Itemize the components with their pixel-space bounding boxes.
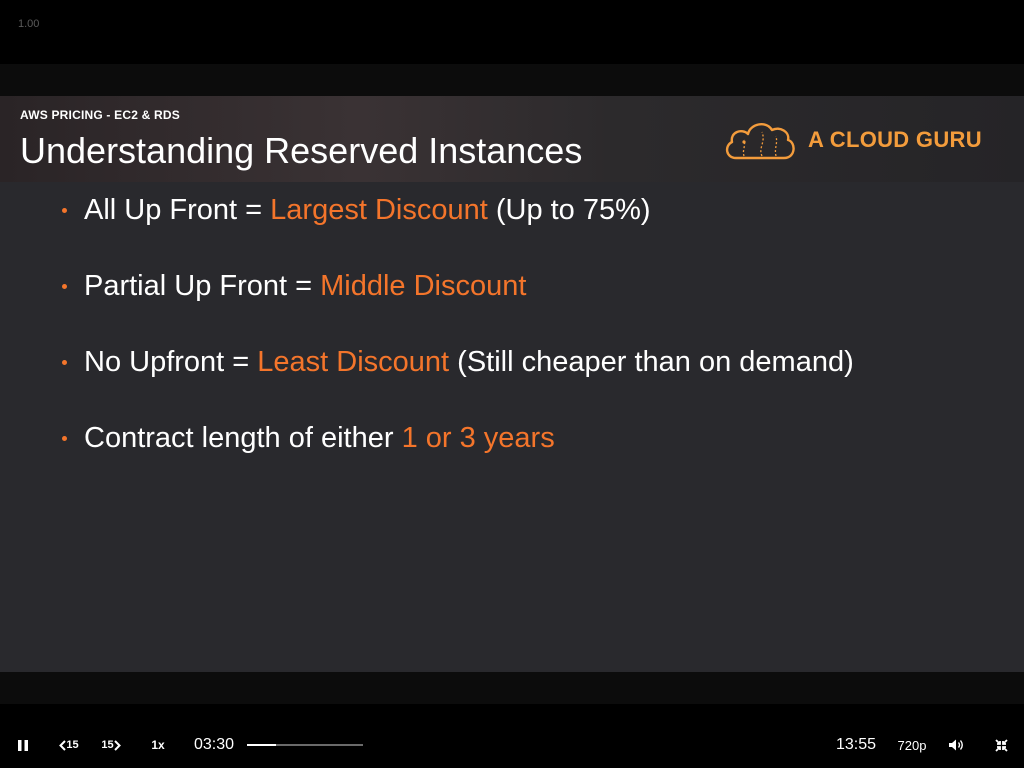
video-letterbox-top bbox=[0, 64, 1024, 96]
quality-button[interactable]: 720p bbox=[894, 722, 930, 768]
forward-15-button[interactable]: 15 bbox=[98, 722, 124, 768]
bullet-item: All Up Front = Largest Discount (Up to 7… bbox=[62, 188, 854, 264]
slide-header: AWS PRICING - EC2 & RDS Understanding Re… bbox=[0, 96, 1024, 182]
slide-title: Understanding Reserved Instances bbox=[20, 130, 583, 171]
video-player[interactable]: 1.00 AWS PRICING - EC2 & RDS Understandi… bbox=[0, 0, 1024, 768]
bullet-dot-icon bbox=[62, 208, 67, 213]
bullet-item: Partial Up Front = Middle Discount bbox=[62, 264, 854, 340]
control-bar: 15 15 1x 03:30 13:55 720p bbox=[0, 722, 1024, 768]
cloud-logo-icon bbox=[725, 123, 795, 160]
bullet-highlight: Largest Discount bbox=[270, 194, 488, 226]
forward-label: 15 bbox=[101, 739, 114, 751]
bullet-highlight: 1 or 3 years bbox=[401, 422, 555, 454]
speed-readout: 1.00 bbox=[18, 18, 40, 30]
volume-button[interactable] bbox=[944, 722, 970, 768]
progress-bar[interactable] bbox=[247, 744, 363, 746]
rewind-15-button[interactable]: 15 bbox=[56, 722, 82, 768]
bullet-dot-icon bbox=[62, 284, 67, 289]
exit-fullscreen-icon bbox=[994, 738, 1008, 752]
bullet-rest: (Still cheaper than on demand) bbox=[449, 346, 854, 378]
pause-icon bbox=[18, 739, 28, 751]
volume-icon bbox=[949, 739, 963, 751]
video-letterbox-bottom bbox=[0, 672, 1024, 704]
bullet-rest: (Up to 75%) bbox=[487, 194, 651, 226]
bullet-text: All Up Front = bbox=[84, 194, 271, 226]
bullet-item: No Upfront = Least Discount (Still cheap… bbox=[62, 340, 854, 416]
bullet-item: Contract length of either 1 or 3 years bbox=[62, 416, 854, 492]
brand-logo: A CLOUD GURU bbox=[722, 118, 982, 162]
bullet-dot-icon bbox=[62, 436, 67, 441]
playback-rate-button[interactable]: 1x bbox=[146, 722, 170, 768]
current-time: 03:30 bbox=[193, 736, 235, 753]
bullet-highlight: Least Discount bbox=[257, 346, 450, 378]
bullet-list: All Up Front = Largest Discount (Up to 7… bbox=[62, 188, 854, 492]
bullet-text: Partial Up Front = bbox=[84, 270, 321, 302]
pause-button[interactable] bbox=[10, 722, 36, 768]
bullet-text: No Upfront = bbox=[84, 346, 258, 378]
progress-fill bbox=[247, 744, 277, 746]
brand-name: A CLOUD GURU bbox=[808, 127, 982, 152]
bullet-highlight: Middle Discount bbox=[320, 270, 527, 302]
chevron-left-icon bbox=[59, 739, 67, 751]
exit-fullscreen-button[interactable] bbox=[988, 722, 1014, 768]
slide-subtitle: AWS PRICING - EC2 & RDS bbox=[20, 108, 180, 122]
bullet-text: Contract length of either bbox=[84, 422, 402, 454]
rewind-label: 15 bbox=[66, 739, 79, 751]
duration: 13:55 bbox=[835, 736, 877, 753]
bullet-dot-icon bbox=[62, 360, 67, 365]
chevron-right-icon bbox=[113, 739, 121, 751]
